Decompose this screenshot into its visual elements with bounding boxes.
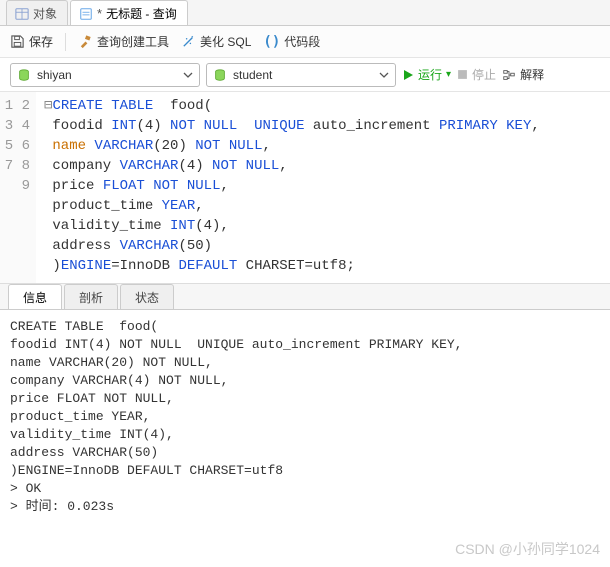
main-toolbar: 保存 查询创建工具 美化 SQL () 代码段 <box>0 26 610 58</box>
query-builder-button[interactable]: 查询创建工具 <box>78 33 169 50</box>
stop-button: 停止 <box>457 66 496 83</box>
query-icon <box>79 7 93 21</box>
stop-label: 停止 <box>472 66 496 83</box>
beautify-label: 美化 SQL <box>200 33 251 50</box>
tab-info-label: 信息 <box>23 291 47 305</box>
beautify-sql-button[interactable]: 美化 SQL <box>181 33 251 50</box>
tab-status[interactable]: 状态 <box>120 284 174 309</box>
save-button[interactable]: 保存 <box>10 33 53 50</box>
schema-select[interactable]: student <box>206 63 396 87</box>
wand-icon <box>181 34 196 49</box>
explain-icon <box>502 68 516 82</box>
stop-icon <box>457 69 468 80</box>
connection-value: shiyan <box>37 68 72 82</box>
explain-label: 解释 <box>520 66 544 83</box>
tab-objects-label: 对象 <box>33 5 57 22</box>
run-dropdown-caret[interactable]: ▾ <box>446 69 451 80</box>
result-tabbar: 信息 剖析 状态 <box>0 284 610 310</box>
run-button[interactable]: 运行 ▾ <box>402 66 451 83</box>
explain-button[interactable]: 解释 <box>502 66 544 83</box>
database-icon <box>17 68 31 82</box>
tab-query[interactable]: * 无标题 - 查询 <box>70 0 188 25</box>
tab-objects[interactable]: 对象 <box>6 0 68 25</box>
table-icon <box>15 7 29 21</box>
watermark: CSDN @小孙同学1024 <box>455 539 600 559</box>
sql-editor[interactable]: 1 2 3 4 5 6 7 8 9 ⊟CREATE TABLE food( fo… <box>0 92 610 284</box>
line-gutter: 1 2 3 4 5 6 7 8 9 <box>0 92 36 283</box>
modified-indicator: * <box>97 7 102 20</box>
run-label: 运行 <box>418 66 442 83</box>
chevron-down-icon <box>183 70 193 80</box>
output-pane[interactable]: CREATE TABLE food( foodid INT(4) NOT NUL… <box>0 310 610 540</box>
connection-select[interactable]: shiyan <box>10 63 200 87</box>
chevron-down-icon <box>379 70 389 80</box>
tab-info[interactable]: 信息 <box>8 284 62 309</box>
tab-profile-label: 剖析 <box>79 291 103 305</box>
save-label: 保存 <box>29 33 53 50</box>
document-tabbar: 对象 * 无标题 - 查询 <box>0 0 610 26</box>
braces-icon: () <box>263 34 280 50</box>
tab-profile[interactable]: 剖析 <box>64 284 118 309</box>
schema-value: student <box>233 68 272 82</box>
hammer-icon <box>78 34 93 49</box>
tab-query-label: 无标题 - 查询 <box>106 5 177 22</box>
tab-status-label: 状态 <box>135 291 159 305</box>
schema-icon <box>213 68 227 82</box>
save-icon <box>10 34 25 49</box>
play-icon <box>402 69 414 81</box>
toolbar-divider <box>65 33 66 51</box>
code-area[interactable]: ⊟CREATE TABLE food( foodid INT(4) NOT NU… <box>36 92 610 283</box>
snippet-label: 代码段 <box>284 33 320 50</box>
builder-label: 查询创建工具 <box>97 33 169 50</box>
connection-bar: shiyan student 运行 ▾ 停止 解释 <box>0 58 610 92</box>
snippet-button[interactable]: () 代码段 <box>263 33 320 50</box>
